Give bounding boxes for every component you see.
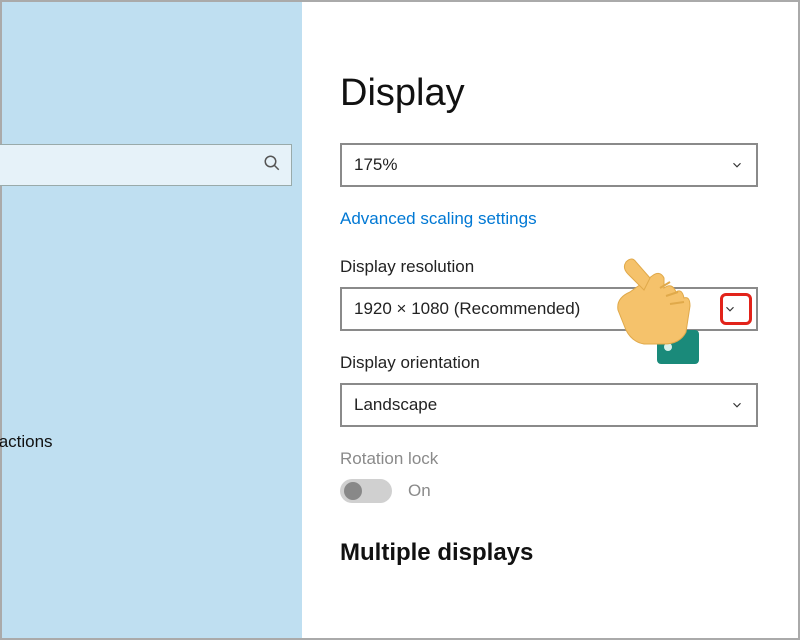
advanced-scaling-link[interactable]: Advanced scaling settings: [340, 209, 537, 229]
orientation-label: Display orientation: [340, 353, 758, 373]
chevron-down-icon: [730, 398, 744, 412]
rotation-lock-state: On: [408, 481, 431, 501]
search-input-container[interactable]: [0, 144, 292, 186]
resolution-dropdown[interactable]: 1920 × 1080 (Recommended): [340, 287, 758, 331]
settings-main: Display 175% Advanced scaling settings D…: [302, 2, 798, 638]
search-icon: [263, 154, 281, 177]
sidebar-item-assist[interactable]: ssist: [0, 468, 302, 520]
rotation-lock-toggle[interactable]: [340, 479, 392, 503]
chevron-down-icon: [723, 302, 737, 316]
rotation-lock-label: Rotation lock: [340, 449, 758, 469]
sidebar-item-sleep[interactable]: sleep: [0, 520, 302, 572]
sidebar-items: tions & actions ssist sleep: [2, 416, 302, 572]
scale-value: 175%: [354, 155, 397, 175]
toggle-knob: [344, 482, 362, 500]
chevron-down-icon: [730, 158, 744, 172]
multiple-displays-heading: Multiple displays: [340, 539, 758, 567]
orientation-dropdown[interactable]: Landscape: [340, 383, 758, 427]
page-title: Display: [340, 72, 758, 115]
scale-dropdown[interactable]: 175%: [340, 143, 758, 187]
settings-sidebar: tions & actions ssist sleep: [2, 2, 302, 638]
settings-window: tions & actions ssist sleep Display 175%…: [0, 0, 800, 640]
resolution-value: 1920 × 1080 (Recommended): [354, 299, 580, 319]
sidebar-item-notifications[interactable]: tions & actions: [0, 416, 302, 468]
search-input[interactable]: [0, 155, 263, 175]
sidebar-item-label: tions & actions: [0, 432, 53, 451]
resolution-label: Display resolution: [340, 257, 758, 277]
orientation-value: Landscape: [354, 395, 437, 415]
